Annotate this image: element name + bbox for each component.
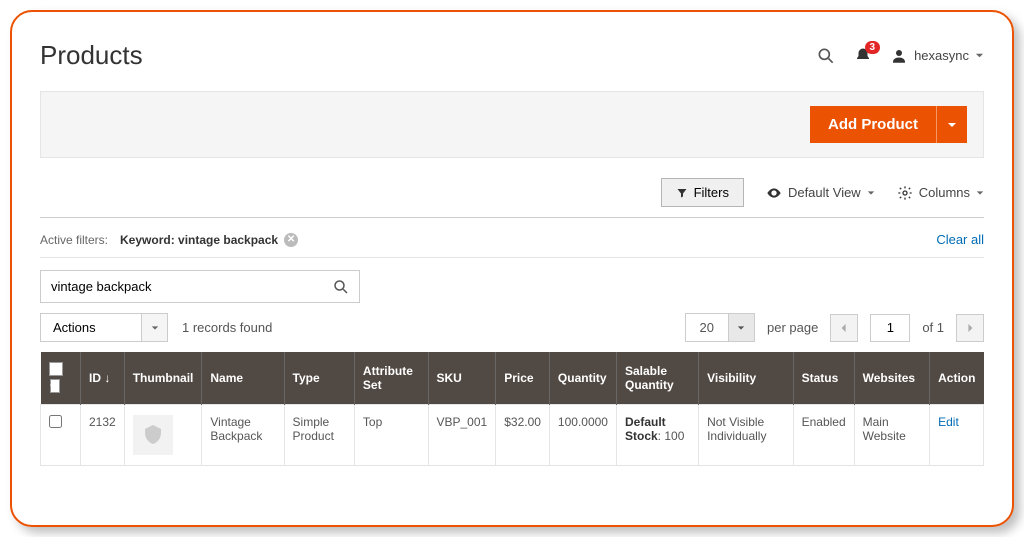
per-page-dropdown-icon[interactable] <box>728 314 754 341</box>
cell-quantity: 100.0000 <box>549 405 616 466</box>
default-view-menu[interactable]: Default View <box>766 185 875 201</box>
per-page-label: per page <box>767 320 818 335</box>
remove-filter-icon[interactable]: ✕ <box>284 233 298 247</box>
cell-type: Simple Product <box>284 405 354 466</box>
thumbnail-placeholder <box>133 415 173 455</box>
col-id[interactable]: ID ↓ <box>81 352 125 405</box>
notifications-icon[interactable]: 3 <box>854 47 872 65</box>
col-type[interactable]: Type <box>284 352 354 405</box>
sort-arrow-icon: ↓ <box>104 371 110 385</box>
per-page-select[interactable]: 20 <box>685 313 755 342</box>
search-icon[interactable] <box>816 46 836 66</box>
chevron-down-icon <box>976 189 984 197</box>
next-page-button[interactable] <box>956 314 984 342</box>
gear-icon <box>897 185 913 201</box>
row-checkbox[interactable] <box>49 415 62 428</box>
eye-icon <box>766 185 782 201</box>
clear-all-link[interactable]: Clear all <box>936 232 984 247</box>
select-all-checkbox[interactable] <box>49 362 63 376</box>
page-title: Products <box>40 40 143 71</box>
cell-visibility: Not Visible Individually <box>699 405 794 466</box>
add-product-label: Add Product <box>828 116 918 133</box>
actions-label: Actions <box>41 314 141 341</box>
cell-price: $32.00 <box>496 405 550 466</box>
columns-label: Columns <box>919 185 970 200</box>
col-websites[interactable]: Websites <box>854 352 929 405</box>
select-all-dropdown[interactable]: ▾ <box>50 379 60 393</box>
cell-status: Enabled <box>793 405 854 466</box>
col-salable[interactable]: Salable Quantity <box>616 352 698 405</box>
chevron-down-icon <box>975 51 984 60</box>
username-label: hexasync <box>914 48 969 63</box>
add-product-dropdown[interactable] <box>936 106 967 143</box>
col-action[interactable]: Action <box>930 352 984 405</box>
user-menu[interactable]: hexasync <box>890 47 984 65</box>
cell-salable: Default Stock: 100 <box>616 405 698 466</box>
table-row: 2132 Vintage Backpack Simple Product Top… <box>41 405 984 466</box>
cell-sku: VBP_001 <box>428 405 496 466</box>
default-view-label: Default View <box>788 185 861 200</box>
col-attribute-set[interactable]: Attribute Set <box>354 352 428 405</box>
filters-button[interactable]: Filters <box>661 178 744 207</box>
search-box <box>40 270 360 303</box>
cell-thumbnail <box>124 405 202 466</box>
col-status[interactable]: Status <box>793 352 854 405</box>
records-found: 1 records found <box>182 320 272 335</box>
col-name[interactable]: Name <box>202 352 284 405</box>
products-table: ▾ ID ↓ Thumbnail Name Type Attribute Set… <box>40 352 984 466</box>
filter-chip-label: Keyword: vintage backpack <box>120 233 278 247</box>
columns-menu[interactable]: Columns <box>897 185 984 201</box>
page-of-label: of 1 <box>922 320 944 335</box>
page-input[interactable] <box>870 314 910 342</box>
actions-select[interactable]: Actions <box>40 313 168 342</box>
filter-chip: Keyword: vintage backpack ✕ <box>120 233 298 247</box>
edit-link[interactable]: Edit <box>938 415 959 429</box>
chevron-down-icon <box>867 189 875 197</box>
search-input[interactable] <box>41 271 323 302</box>
col-visibility[interactable]: Visibility <box>699 352 794 405</box>
col-quantity[interactable]: Quantity <box>549 352 616 405</box>
cell-id: 2132 <box>81 405 125 466</box>
col-price[interactable]: Price <box>496 352 550 405</box>
active-filters-label: Active filters: <box>40 233 108 247</box>
filters-label: Filters <box>694 185 729 200</box>
funnel-icon <box>676 187 688 199</box>
search-submit-icon[interactable] <box>323 271 359 302</box>
notification-badge: 3 <box>865 41 881 54</box>
add-product-button[interactable]: Add Product <box>810 106 936 143</box>
col-thumbnail[interactable]: Thumbnail <box>124 352 202 405</box>
cell-name: Vintage Backpack <box>202 405 284 466</box>
col-sku[interactable]: SKU <box>428 352 496 405</box>
actions-dropdown-icon[interactable] <box>141 314 167 341</box>
cell-attribute-set: Top <box>354 405 428 466</box>
per-page-value: 20 <box>686 314 728 341</box>
cell-websites: Main Website <box>854 405 929 466</box>
prev-page-button[interactable] <box>830 314 858 342</box>
